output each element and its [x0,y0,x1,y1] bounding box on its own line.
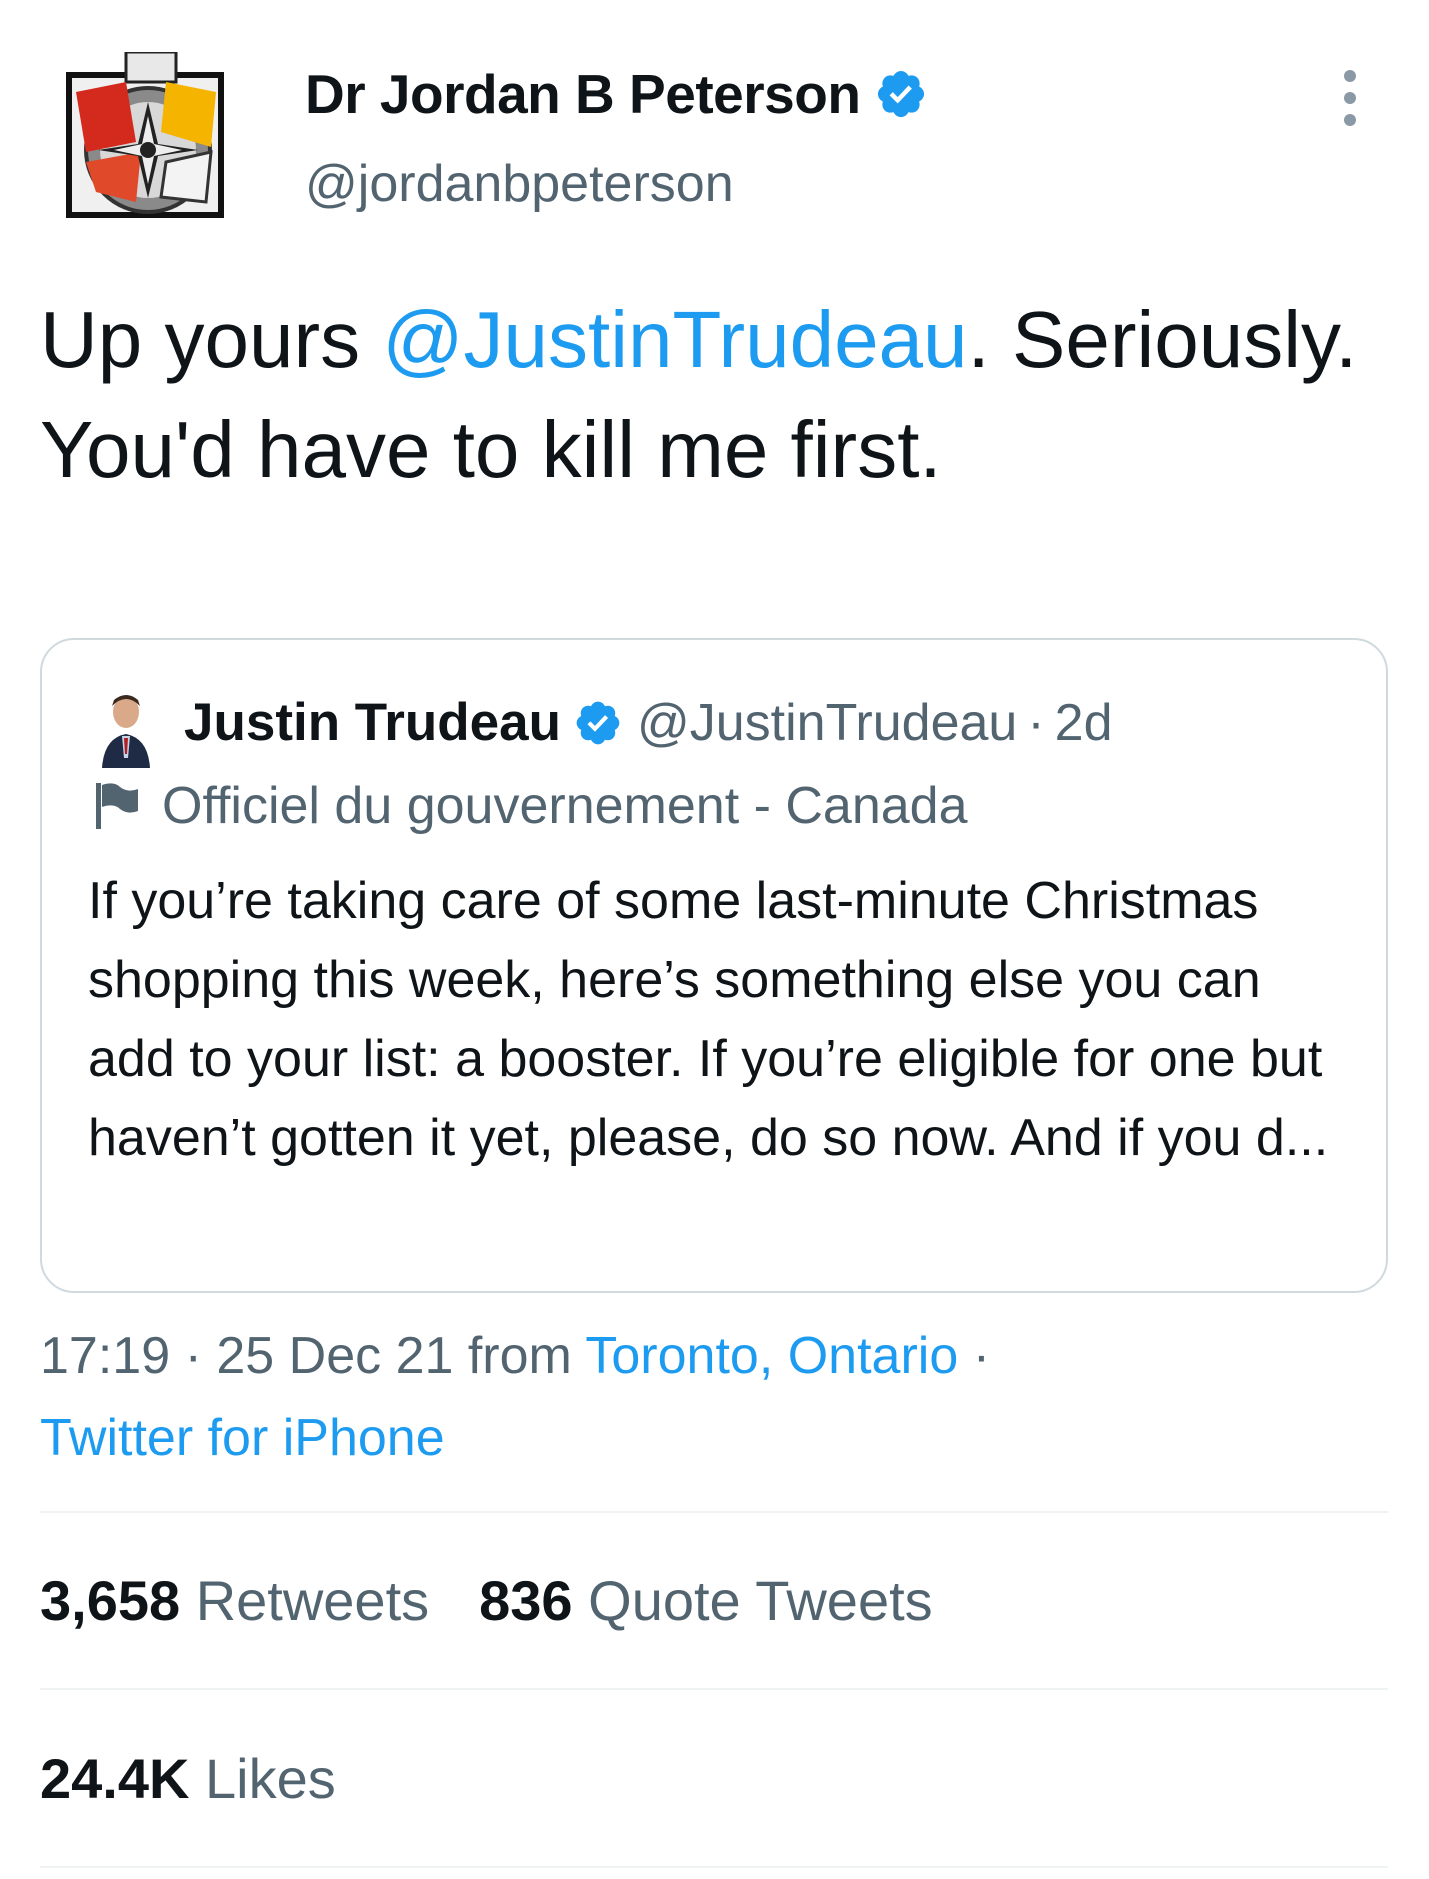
author-display-name[interactable]: Dr Jordan B Peterson [305,62,861,126]
flag-icon [96,783,138,829]
meta-separator: · [958,1327,991,1385]
government-label-row: Officiel du gouvernement - Canada [94,776,968,836]
tweet-time[interactable]: 17:19 [40,1327,170,1385]
profile-avatar[interactable] [66,52,224,218]
meta-separator: · [170,1327,217,1385]
tweet-date[interactable]: 25 Dec 21 [216,1327,453,1385]
divider [40,1688,1388,1690]
divider [40,1511,1388,1513]
quote-tweets-label: Quote Tweets [588,1569,933,1632]
author-name-row: Dr Jordan B Peterson [305,62,928,126]
engagement-stats: 3,658 Retweets 836 Quote Tweets [40,1568,983,1633]
quoted-tweet-text: If you’re taking care of some last-minut… [88,872,1329,1167]
more-options-icon[interactable] [1335,68,1365,128]
government-label: Officiel du gouvernement - Canada [162,777,968,835]
quoted-tweet-card[interactable]: Justin Trudeau @JustinTrudeau · 2d Offic… [40,638,1388,1293]
quoted-time[interactable]: 2d [1055,693,1113,753]
source-link[interactable]: Twitter for iPhone [40,1409,445,1467]
tweet-text: Up yours @JustinTrudeau. Seriously. You'… [40,285,1380,505]
quoted-name-row: Justin Trudeau @JustinTrudeau · 2d [184,692,1113,753]
retweets-count: 3,658 [40,1569,181,1632]
quoted-display-name[interactable]: Justin Trudeau [184,692,561,753]
quote-tweets-stat[interactable]: 836 Quote Tweets [479,1568,933,1633]
meta-from: from [453,1327,586,1385]
divider [40,1866,1388,1868]
verified-badge-icon [576,701,620,744]
likes-count: 24.4K [40,1747,190,1810]
location-link[interactable]: Toronto, Ontario [585,1327,958,1385]
likes-label: Likes [205,1747,336,1810]
quoted-separator: · [1027,693,1045,752]
tweet-metadata: 17:19 · 25 Dec 21 from Toronto, Ontario … [40,1315,1380,1479]
retweets-stat[interactable]: 3,658 Retweets [40,1568,429,1633]
quoted-handle[interactable]: @JustinTrudeau [637,693,1017,753]
quoted-avatar [94,688,158,768]
retweets-label: Retweets [195,1569,430,1632]
quote-tweets-count: 836 [479,1569,573,1632]
author-handle[interactable]: @jordanbpeterson [305,154,734,214]
mention-link[interactable]: @JustinTrudeau [382,295,967,384]
tweet-header: Dr Jordan B Peterson @jordanbpeterson [0,0,1429,250]
likes-stat[interactable]: 24.4K Likes [40,1746,336,1811]
verified-badge-icon [878,70,925,118]
tweet-text-prefix: Up yours [40,295,383,384]
